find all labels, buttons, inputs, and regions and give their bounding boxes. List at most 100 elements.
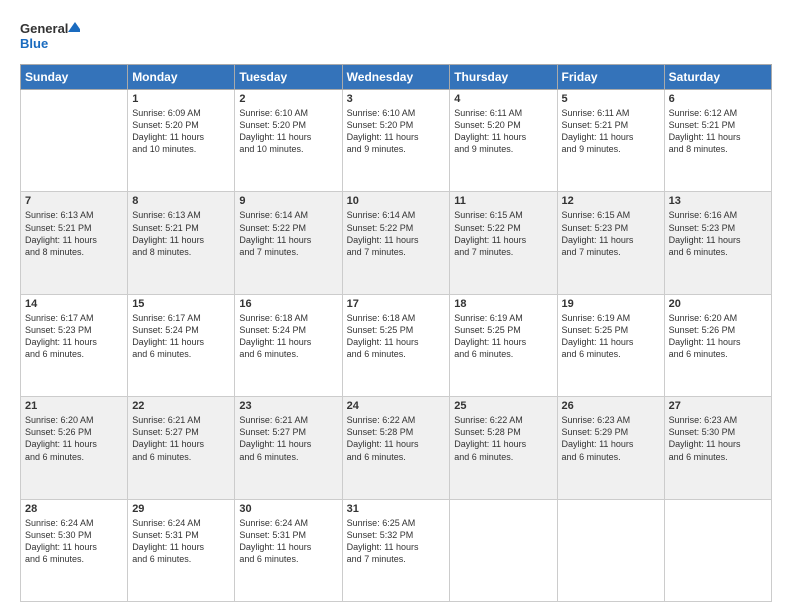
calendar-cell: 11 Sunrise: 6:15 AMSunset: 5:22 PMDayligh… <box>450 192 557 294</box>
day-number: 7 <box>25 195 123 207</box>
day-number: 31 <box>347 503 446 515</box>
day-number: 3 <box>347 93 446 105</box>
col-header-monday: Monday <box>128 65 235 90</box>
col-header-tuesday: Tuesday <box>235 65 342 90</box>
col-header-wednesday: Wednesday <box>342 65 450 90</box>
day-number: 17 <box>347 298 446 310</box>
calendar-week-row: 14Sunrise: 6:17 AMSunset: 5:23 PMDayligh… <box>21 294 772 396</box>
col-header-thursday: Thursday <box>450 65 557 90</box>
day-number: 5 <box>562 93 660 105</box>
day-info: Sunrise: 6:20 AMSunset: 5:26 PMDaylight:… <box>669 312 767 361</box>
calendar-cell: 18 Sunrise: 6:19 AMSunset: 5:25 PMDayligh… <box>450 294 557 396</box>
day-number: 22 <box>132 400 230 412</box>
day-info: Sunrise: 6:14 AMSunset: 5:22 PMDaylight:… <box>347 209 446 258</box>
calendar-cell: 3 Sunrise: 6:10 AMSunset: 5:20 PMDaylight… <box>342 90 450 192</box>
day-info: Sunrise: 6:09 AMSunset: 5:20 PMDaylight:… <box>132 107 230 156</box>
calendar-cell: 9Sunrise: 6:14 AMSunset: 5:22 PMDaylight… <box>235 192 342 294</box>
calendar-cell <box>557 499 664 601</box>
day-info: Sunrise: 6:19 AMSunset: 5:25 PMDaylight:… <box>562 312 660 361</box>
day-number: 20 <box>669 298 767 310</box>
day-info: Sunrise: 6:22 AMSunset: 5:28 PMDaylight:… <box>347 414 446 463</box>
day-info: Sunrise: 6:12 AMSunset: 5:21 PMDaylight:… <box>669 107 767 156</box>
calendar-cell: 21 Sunrise: 6:20 AMSunset: 5:26 PMDayligh… <box>21 397 128 499</box>
calendar-week-row: 1 Sunrise: 6:09 AMSunset: 5:20 PMDaylight… <box>21 90 772 192</box>
calendar-cell: 22 Sunrise: 6:21 AMSunset: 5:27 PMDayligh… <box>128 397 235 499</box>
calendar-cell: 28 Sunrise: 6:24 AMSunset: 5:30 PMDayligh… <box>21 499 128 601</box>
calendar-cell: 16 Sunrise: 6:18 AMSunset: 5:24 PMDayligh… <box>235 294 342 396</box>
day-info: Sunrise: 6:21 AMSunset: 5:27 PMDaylight:… <box>239 414 337 463</box>
calendar-cell: 23 Sunrise: 6:21 AMSunset: 5:27 PMDayligh… <box>235 397 342 499</box>
calendar-cell: 24Sunrise: 6:22 AMSunset: 5:28 PMDayligh… <box>342 397 450 499</box>
day-number: 8 <box>132 195 230 207</box>
calendar-week-row: 21 Sunrise: 6:20 AMSunset: 5:26 PMDayligh… <box>21 397 772 499</box>
day-info: Sunrise: 6:10 AMSunset: 5:20 PMDaylight:… <box>239 107 337 156</box>
calendar-header-row: SundayMondayTuesdayWednesdayThursdayFrid… <box>21 65 772 90</box>
svg-text:Blue: Blue <box>20 36 48 51</box>
calendar-cell: 30 Sunrise: 6:24 AMSunset: 5:31 PMDayligh… <box>235 499 342 601</box>
day-number: 18 <box>454 298 552 310</box>
day-info: Sunrise: 6:11 AMSunset: 5:21 PMDaylight:… <box>562 107 660 156</box>
day-number: 25 <box>454 400 552 412</box>
page: General Blue SundayMondayTuesdayWednesda… <box>0 0 792 612</box>
calendar-cell: 20 Sunrise: 6:20 AMSunset: 5:26 PMDayligh… <box>664 294 771 396</box>
calendar-cell: 14Sunrise: 6:17 AMSunset: 5:23 PMDayligh… <box>21 294 128 396</box>
day-number: 10 <box>347 195 446 207</box>
calendar-cell: 4 Sunrise: 6:11 AMSunset: 5:20 PMDaylight… <box>450 90 557 192</box>
calendar-cell: 2 Sunrise: 6:10 AMSunset: 5:20 PMDaylight… <box>235 90 342 192</box>
calendar-cell: 19 Sunrise: 6:19 AMSunset: 5:25 PMDayligh… <box>557 294 664 396</box>
day-info: Sunrise: 6:20 AMSunset: 5:26 PMDaylight:… <box>25 414 123 463</box>
day-number: 13 <box>669 195 767 207</box>
day-info: Sunrise: 6:24 AMSunset: 5:30 PMDaylight:… <box>25 517 123 566</box>
day-info: Sunrise: 6:11 AMSunset: 5:20 PMDaylight:… <box>454 107 552 156</box>
day-number: 1 <box>132 93 230 105</box>
calendar-week-row: 7 Sunrise: 6:13 AMSunset: 5:21 PMDaylight… <box>21 192 772 294</box>
day-info: Sunrise: 6:13 AMSunset: 5:21 PMDaylight:… <box>25 209 123 258</box>
day-number: 12 <box>562 195 660 207</box>
calendar-cell <box>450 499 557 601</box>
day-number: 29 <box>132 503 230 515</box>
day-number: 16 <box>239 298 337 310</box>
day-info: Sunrise: 6:21 AMSunset: 5:27 PMDaylight:… <box>132 414 230 463</box>
day-info: Sunrise: 6:16 AMSunset: 5:23 PMDaylight:… <box>669 209 767 258</box>
day-number: 30 <box>239 503 337 515</box>
col-header-friday: Friday <box>557 65 664 90</box>
logo-svg: General Blue <box>20 18 80 54</box>
day-info: Sunrise: 6:13 AMSunset: 5:21 PMDaylight:… <box>132 209 230 258</box>
day-info: Sunrise: 6:18 AMSunset: 5:25 PMDaylight:… <box>347 312 446 361</box>
day-number: 4 <box>454 93 552 105</box>
calendar-cell: 25 Sunrise: 6:22 AMSunset: 5:28 PMDayligh… <box>450 397 557 499</box>
calendar-cell: 17 Sunrise: 6:18 AMSunset: 5:25 PMDayligh… <box>342 294 450 396</box>
calendar-cell: 26Sunrise: 6:23 AMSunset: 5:29 PMDayligh… <box>557 397 664 499</box>
day-info: Sunrise: 6:23 AMSunset: 5:29 PMDaylight:… <box>562 414 660 463</box>
day-info: Sunrise: 6:25 AMSunset: 5:32 PMDaylight:… <box>347 517 446 566</box>
day-number: 19 <box>562 298 660 310</box>
day-number: 2 <box>239 93 337 105</box>
calendar-cell <box>664 499 771 601</box>
day-number: 21 <box>25 400 123 412</box>
svg-text:General: General <box>20 21 68 36</box>
calendar-cell: 12Sunrise: 6:15 AMSunset: 5:23 PMDayligh… <box>557 192 664 294</box>
day-info: Sunrise: 6:18 AMSunset: 5:24 PMDaylight:… <box>239 312 337 361</box>
day-info: Sunrise: 6:10 AMSunset: 5:20 PMDaylight:… <box>347 107 446 156</box>
col-header-saturday: Saturday <box>664 65 771 90</box>
day-info: Sunrise: 6:17 AMSunset: 5:24 PMDaylight:… <box>132 312 230 361</box>
day-number: 15 <box>132 298 230 310</box>
day-number: 6 <box>669 93 767 105</box>
day-number: 9 <box>239 195 337 207</box>
calendar-cell: 10 Sunrise: 6:14 AMSunset: 5:22 PMDayligh… <box>342 192 450 294</box>
calendar-cell: 27Sunrise: 6:23 AMSunset: 5:30 PMDayligh… <box>664 397 771 499</box>
day-info: Sunrise: 6:19 AMSunset: 5:25 PMDaylight:… <box>454 312 552 361</box>
day-info: Sunrise: 6:24 AMSunset: 5:31 PMDaylight:… <box>239 517 337 566</box>
calendar-week-row: 28 Sunrise: 6:24 AMSunset: 5:30 PMDayligh… <box>21 499 772 601</box>
calendar-table: SundayMondayTuesdayWednesdayThursdayFrid… <box>20 64 772 602</box>
day-number: 23 <box>239 400 337 412</box>
day-number: 14 <box>25 298 123 310</box>
day-number: 28 <box>25 503 123 515</box>
calendar-cell: 7 Sunrise: 6:13 AMSunset: 5:21 PMDaylight… <box>21 192 128 294</box>
day-info: Sunrise: 6:15 AMSunset: 5:22 PMDaylight:… <box>454 209 552 258</box>
calendar-cell <box>21 90 128 192</box>
day-number: 11 <box>454 195 552 207</box>
day-info: Sunrise: 6:22 AMSunset: 5:28 PMDaylight:… <box>454 414 552 463</box>
day-info: Sunrise: 6:23 AMSunset: 5:30 PMDaylight:… <box>669 414 767 463</box>
calendar-cell: 8 Sunrise: 6:13 AMSunset: 5:21 PMDaylight… <box>128 192 235 294</box>
